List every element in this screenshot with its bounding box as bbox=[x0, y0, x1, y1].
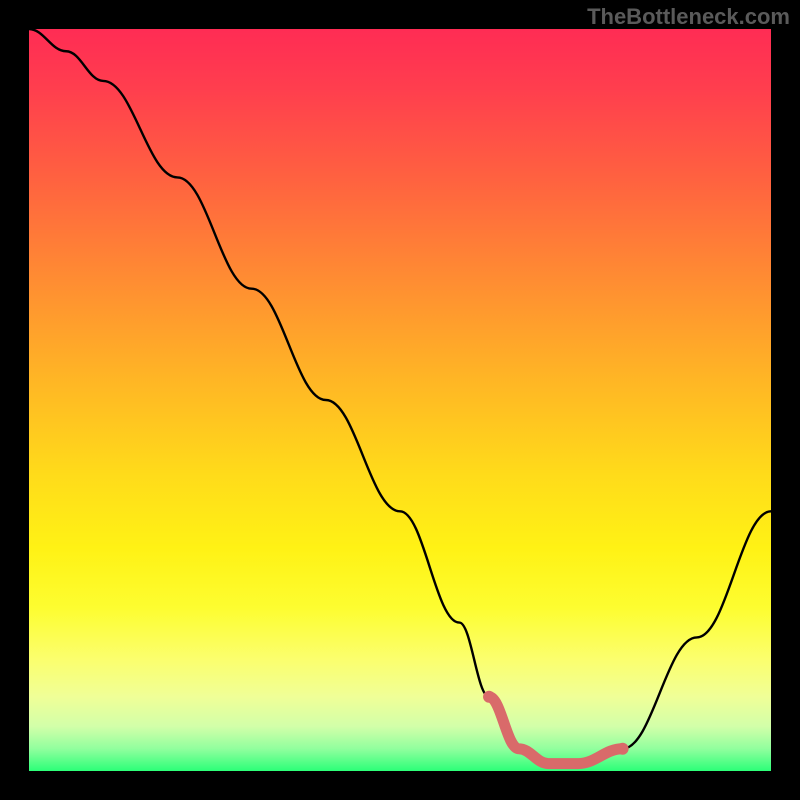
chart-layer bbox=[29, 29, 771, 764]
curve-line bbox=[29, 29, 771, 764]
bottleneck-chart bbox=[29, 29, 771, 771]
attribution-text: TheBottleneck.com bbox=[587, 4, 790, 30]
optimal-range-highlight bbox=[489, 697, 623, 764]
highlight-endpoint bbox=[617, 743, 629, 755]
plot-area bbox=[29, 29, 771, 771]
highlight-endpoint bbox=[483, 691, 495, 703]
